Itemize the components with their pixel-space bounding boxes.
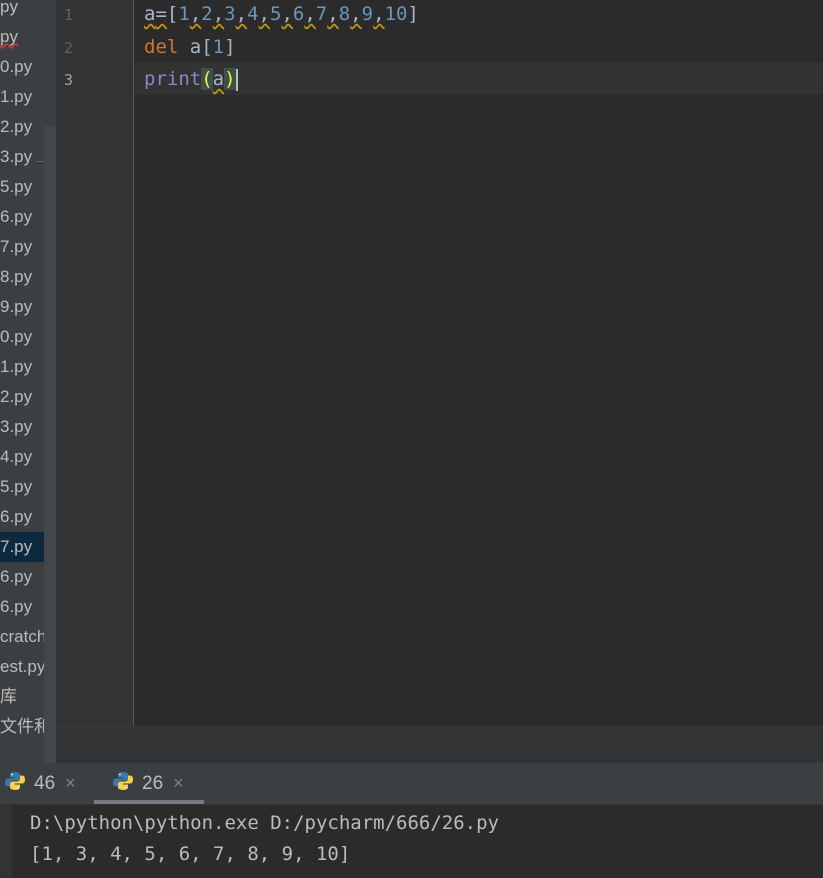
code-line-3[interactable]: print(a) xyxy=(144,63,238,95)
tree-item[interactable]: 1.py xyxy=(0,82,56,112)
line-number: 1 xyxy=(64,6,74,24)
tree-item[interactable]: 0.py xyxy=(0,52,56,82)
run-tab-26[interactable]: 26 × xyxy=(94,763,204,804)
console-output-line: [1, 3, 4, 5, 6, 7, 8, 9, 10] xyxy=(30,843,351,865)
console-command-line: D:\python\python.exe D:/pycharm/666/26.p… xyxy=(30,812,499,834)
code-line-2[interactable]: del a[1] xyxy=(144,31,236,63)
python-icon xyxy=(112,770,134,798)
text-caret xyxy=(235,68,238,91)
run-tab-label: 26 xyxy=(142,772,164,794)
editor-bottom-stripe xyxy=(56,726,823,763)
code-line-1[interactable]: a=[1,2,3,4,5,6,7,8,9,10] xyxy=(144,0,419,30)
run-tabs-bar: 46 × 26 × xyxy=(0,763,823,805)
run-tab-46[interactable]: 46 × xyxy=(4,763,84,804)
python-icon xyxy=(4,770,26,798)
code-editor[interactable]: a=[1,2,3,4,5,6,7,8,9,10] del a[1] print(… xyxy=(134,0,823,726)
tree-item[interactable]: py xyxy=(0,22,56,52)
close-icon[interactable]: × xyxy=(173,773,184,794)
close-icon[interactable]: × xyxy=(65,773,76,794)
run-console[interactable]: D:\python\python.exe D:/pycharm/666/26.p… xyxy=(0,805,823,878)
tree-item[interactable]: py xyxy=(0,0,56,22)
line-number-gutter: 1 2 3 xyxy=(56,0,134,726)
line-number: 2 xyxy=(64,39,74,57)
run-tab-label: 46 xyxy=(34,772,56,794)
console-gutter xyxy=(0,805,12,878)
tree-scrollbar[interactable] xyxy=(44,126,56,763)
line-number-current: 3 xyxy=(64,71,74,89)
